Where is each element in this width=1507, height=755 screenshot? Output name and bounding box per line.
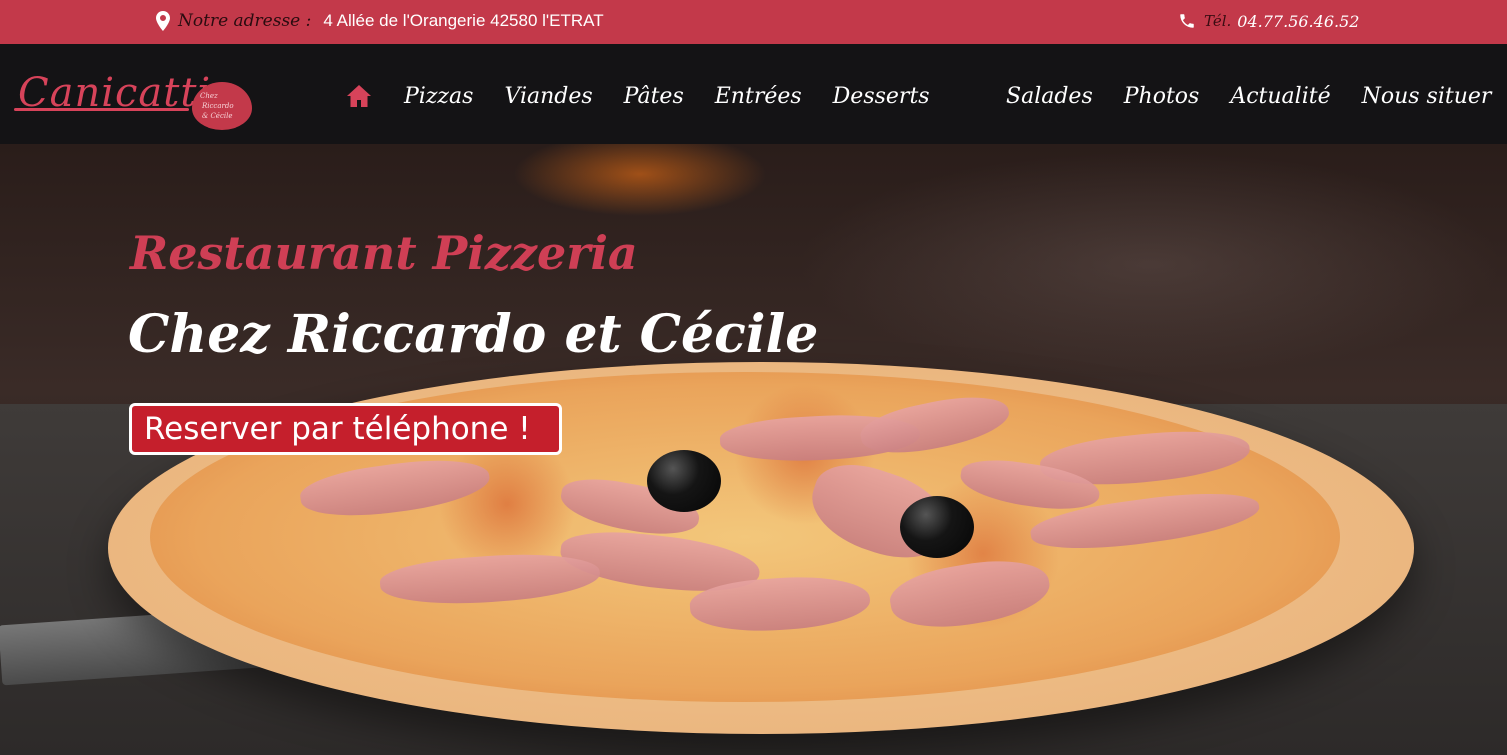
logo-tagline-2: Riccardo <box>202 102 234 110</box>
phone-block[interactable]: Tél. 04.77.56.46.52 <box>1178 0 1359 42</box>
phone-number[interactable]: 04.77.56.46.52 <box>1237 12 1359 31</box>
site-logo[interactable]: Canicatti Chez Riccardo & Cécile <box>14 62 254 132</box>
logo-tagline-3: & Cécile <box>202 112 233 120</box>
nav-item-salades[interactable]: Salades <box>1006 84 1093 109</box>
phone-icon <box>1180 14 1194 28</box>
address-value: 4 Allée de l'Orangerie 42580 l'ETRAT <box>323 11 604 30</box>
nav-menu-left: Pizzas Viandes Pâtes Entrées Desserts <box>346 78 961 114</box>
logo-tagline-1: Chez <box>200 92 218 100</box>
nav-menu-right: Salades Photos Actualité Nous situer <box>1006 78 1491 114</box>
logo-underline <box>14 108 189 111</box>
hero-title: Restaurant Pizzeria <box>130 226 638 280</box>
phone-label: Tél. <box>1204 12 1232 30</box>
address-block: Notre adresse : 4 Allée de l'Orangerie 4… <box>156 0 604 42</box>
hero-subtitle: Chez Riccardo et Cécile <box>128 304 819 365</box>
hero-section: Restaurant Pizzeria Chez Riccardo et Céc… <box>0 144 1507 755</box>
nav-item-actualite[interactable]: Actualité <box>1230 84 1330 109</box>
olive <box>900 496 974 558</box>
olive <box>647 450 721 512</box>
map-pin-icon <box>156 11 170 31</box>
address-label: Notre adresse : <box>178 11 312 31</box>
nav-item-pates[interactable]: Pâtes <box>624 84 684 109</box>
reserve-by-phone-button[interactable]: Reserver par téléphone ! <box>129 403 562 455</box>
nav-item-photos[interactable]: Photos <box>1124 84 1200 109</box>
nav-item-nous-situer[interactable]: Nous situer <box>1362 84 1492 109</box>
nav-item-entrees[interactable]: Entrées <box>715 84 802 109</box>
top-info-bar: Notre adresse : 4 Allée de l'Orangerie 4… <box>0 0 1507 44</box>
home-icon[interactable] <box>346 84 372 108</box>
nav-item-pizzas[interactable]: Pizzas <box>404 84 473 109</box>
logo-peel-badge: Chez Riccardo & Cécile <box>192 82 252 130</box>
nav-item-viandes[interactable]: Viandes <box>504 84 592 109</box>
nav-item-desserts[interactable]: Desserts <box>833 84 930 109</box>
